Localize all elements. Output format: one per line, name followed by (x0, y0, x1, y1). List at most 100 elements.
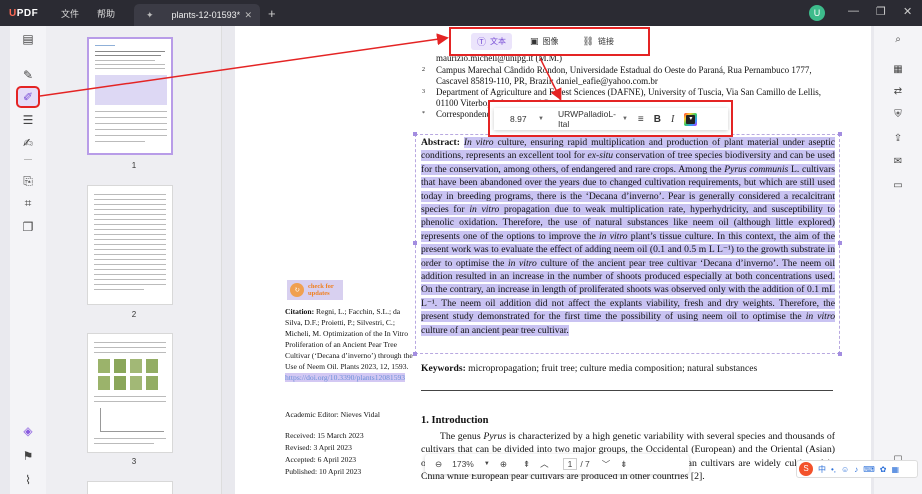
section-divider (421, 390, 833, 391)
skin-icon[interactable]: ✿ (880, 465, 887, 474)
last-page-icon[interactable]: ⇟ (620, 459, 627, 470)
ime-language[interactable]: 中 (818, 464, 826, 475)
first-page-icon[interactable]: ⇞ (523, 459, 530, 470)
check-for-updates-badge[interactable]: ↻ check for updates (287, 280, 343, 300)
zoom-in-icon[interactable]: ⊕ (500, 459, 507, 470)
date-accepted: Accepted: 6 April 2023 (285, 455, 357, 464)
thumbnail-page-2[interactable] (87, 185, 173, 305)
thumbnail-panel: 1 2 3 (46, 26, 222, 494)
close-window-icon[interactable]: ✕ (903, 5, 912, 18)
avatar[interactable]: U (809, 5, 825, 21)
citation-text: Citation: Regni, L.; Facchin, S.L.; da S… (285, 307, 413, 382)
abstract-fragment: In vitro (463, 137, 494, 148)
abstract-text[interactable]: Abstract: In vitro culture, ensuring rap… (421, 136, 836, 337)
affiliation-line: Cascavel 85819-110, PR, Brazil; daniel_e… (436, 76, 658, 86)
thumbnail-page-4[interactable] (87, 481, 173, 494)
doi-link[interactable]: https://doi.org/10.3390/plants12081593 (285, 373, 406, 382)
text-color-button[interactable]: ▾ (684, 112, 698, 126)
resize-handle[interactable] (838, 132, 842, 136)
page-total: / 7 (580, 459, 590, 469)
menu-help[interactable]: 帮助 (97, 7, 115, 20)
text-format-toolbar: 8.97 ▼ URWPalladioL-Ital ▼ ≡ B I ▾ (494, 108, 728, 130)
resize-handle[interactable] (413, 132, 417, 136)
voice-icon[interactable]: ♪ (854, 465, 858, 474)
page-number-input[interactable]: 1 (562, 458, 578, 470)
chevron-down-icon: ▾ (686, 114, 696, 124)
abstract-fragment: in vitro (599, 230, 628, 242)
image-icon: ▣ (530, 36, 539, 46)
resize-handle[interactable] (838, 241, 842, 245)
pdf-page: maurizio.micheli@unipg.it (M.M.) 2 Campus… (235, 26, 871, 494)
chevron-down-icon[interactable]: ▼ (484, 461, 490, 467)
comment-icon[interactable]: ✎ (18, 66, 38, 84)
chevron-down-icon[interactable]: ▼ (622, 116, 628, 122)
font-family-select[interactable]: URWPalladioL-Ital (558, 109, 620, 129)
next-page-icon[interactable]: ﹀ (602, 458, 611, 470)
search-icon[interactable]: ⌕ (890, 31, 906, 47)
link-mode-button[interactable]: ⛓ 链接 (577, 33, 620, 50)
abstract-fragment: in vitro (469, 204, 500, 216)
align-icon[interactable]: ≡ (638, 114, 644, 125)
right-toolbar: ⌕ ▦ ⇄ ⛨ ⇪ ✉ ▭ ☐ (874, 26, 922, 494)
bookmark-icon[interactable]: ⚑ (18, 447, 38, 465)
menu-file[interactable]: 文件 (61, 7, 79, 20)
abstract-fragment: Pyrus communis (724, 163, 789, 175)
abstract-fragment: in vitro (805, 311, 836, 323)
menu-grid-icon[interactable]: ▦ (891, 465, 899, 474)
resize-handle[interactable] (413, 241, 417, 245)
image-mode-button[interactable]: ▣ 图像 (524, 33, 565, 50)
sogou-icon: S (799, 462, 813, 476)
zoom-out-icon[interactable]: ⊖ (435, 459, 442, 470)
abstract-fragment: in vitro (507, 257, 537, 269)
chevron-down-icon[interactable]: ▼ (538, 116, 544, 122)
academic-editor: Academic Editor: Nieves Vidal (285, 410, 380, 419)
affiliation-line: 2 Campus Marechal Cândido Rondon, Univers… (422, 65, 812, 75)
thumbnail-page-number: 3 (131, 457, 137, 466)
thumbnail-page-number: 2 (131, 310, 137, 319)
protect-icon[interactable]: ⛨ (890, 106, 906, 122)
prev-page-icon[interactable]: ︿ (540, 458, 549, 470)
italic-button[interactable]: I (671, 114, 674, 125)
bold-button[interactable]: B (654, 114, 661, 125)
crop-icon[interactable]: ⌗ (18, 194, 38, 212)
resize-handle[interactable] (413, 352, 417, 356)
ime-toolbar: S 中 •, ☺ ♪ ⌨ ✿ ▦ (796, 460, 918, 478)
share-icon[interactable]: ⇪ (890, 130, 906, 146)
convert-icon[interactable]: ⇄ (890, 83, 906, 99)
restore-icon[interactable]: ❐ (876, 5, 886, 18)
page-tools-icon[interactable]: ❐ (18, 218, 38, 236)
document-icon: ✦ (146, 9, 154, 20)
sign-icon[interactable]: ✍ (18, 134, 38, 152)
form-icon[interactable]: ☰ (18, 111, 38, 129)
email-icon[interactable]: ✉ (890, 153, 906, 169)
minimize-icon[interactable]: — (848, 5, 859, 17)
punctuation-icon[interactable]: •, (831, 465, 836, 474)
attachment-icon[interactable]: ⌇ (18, 471, 38, 489)
zoom-level[interactable]: 173% (452, 459, 474, 469)
text-mode-button[interactable]: Ⓣ 文本 (471, 33, 513, 50)
emoji-icon[interactable]: ☺ (841, 465, 849, 474)
new-tab-button[interactable]: + (268, 6, 276, 21)
organize-pages-icon[interactable]: ⎘ (18, 172, 38, 190)
layers-icon[interactable]: ◈ (18, 422, 38, 440)
edit-pdf-icon[interactable]: ✐ (16, 86, 40, 108)
keyboard-icon[interactable]: ⌨ (863, 465, 875, 474)
abstract-fragment: culture of an ancient pear tree cultivar… (421, 324, 569, 336)
tab-close-icon[interactable]: ✕ (244, 10, 252, 21)
toolbar-divider (24, 159, 32, 160)
document-tab[interactable]: ✦ plants-12-01593* ✕ (134, 4, 260, 26)
date-received: Received: 15 March 2023 (285, 431, 364, 440)
keywords-text: Keywords: micropropagation; fruit tree; … (421, 363, 758, 374)
save-icon[interactable]: ▭ (890, 177, 906, 193)
thumbnail-page-1[interactable] (87, 37, 173, 155)
page-navigation-bar: ⊖ 173% ▼ ⊕ ⇞ ︿ 1 / 7 ﹀ ⇟ (425, 454, 689, 474)
update-icon: ↻ (290, 283, 304, 297)
left-toolbar: ▤ ✎ ✐ ☰ ✍ ⎘ ⌗ ❐ ◈ ⚑ ⌇ (10, 26, 46, 494)
document-view: maurizio.micheli@unipg.it (M.M.) 2 Campus… (222, 26, 874, 494)
thumbnail-page-3[interactable] (87, 333, 173, 453)
section-heading: 1. Introduction (421, 415, 489, 426)
reader-mode-icon[interactable]: ▤ (18, 30, 38, 48)
ocr-icon[interactable]: ▦ (890, 61, 906, 77)
resize-handle[interactable] (838, 352, 842, 356)
font-size-select[interactable]: 8.97 (510, 114, 536, 124)
